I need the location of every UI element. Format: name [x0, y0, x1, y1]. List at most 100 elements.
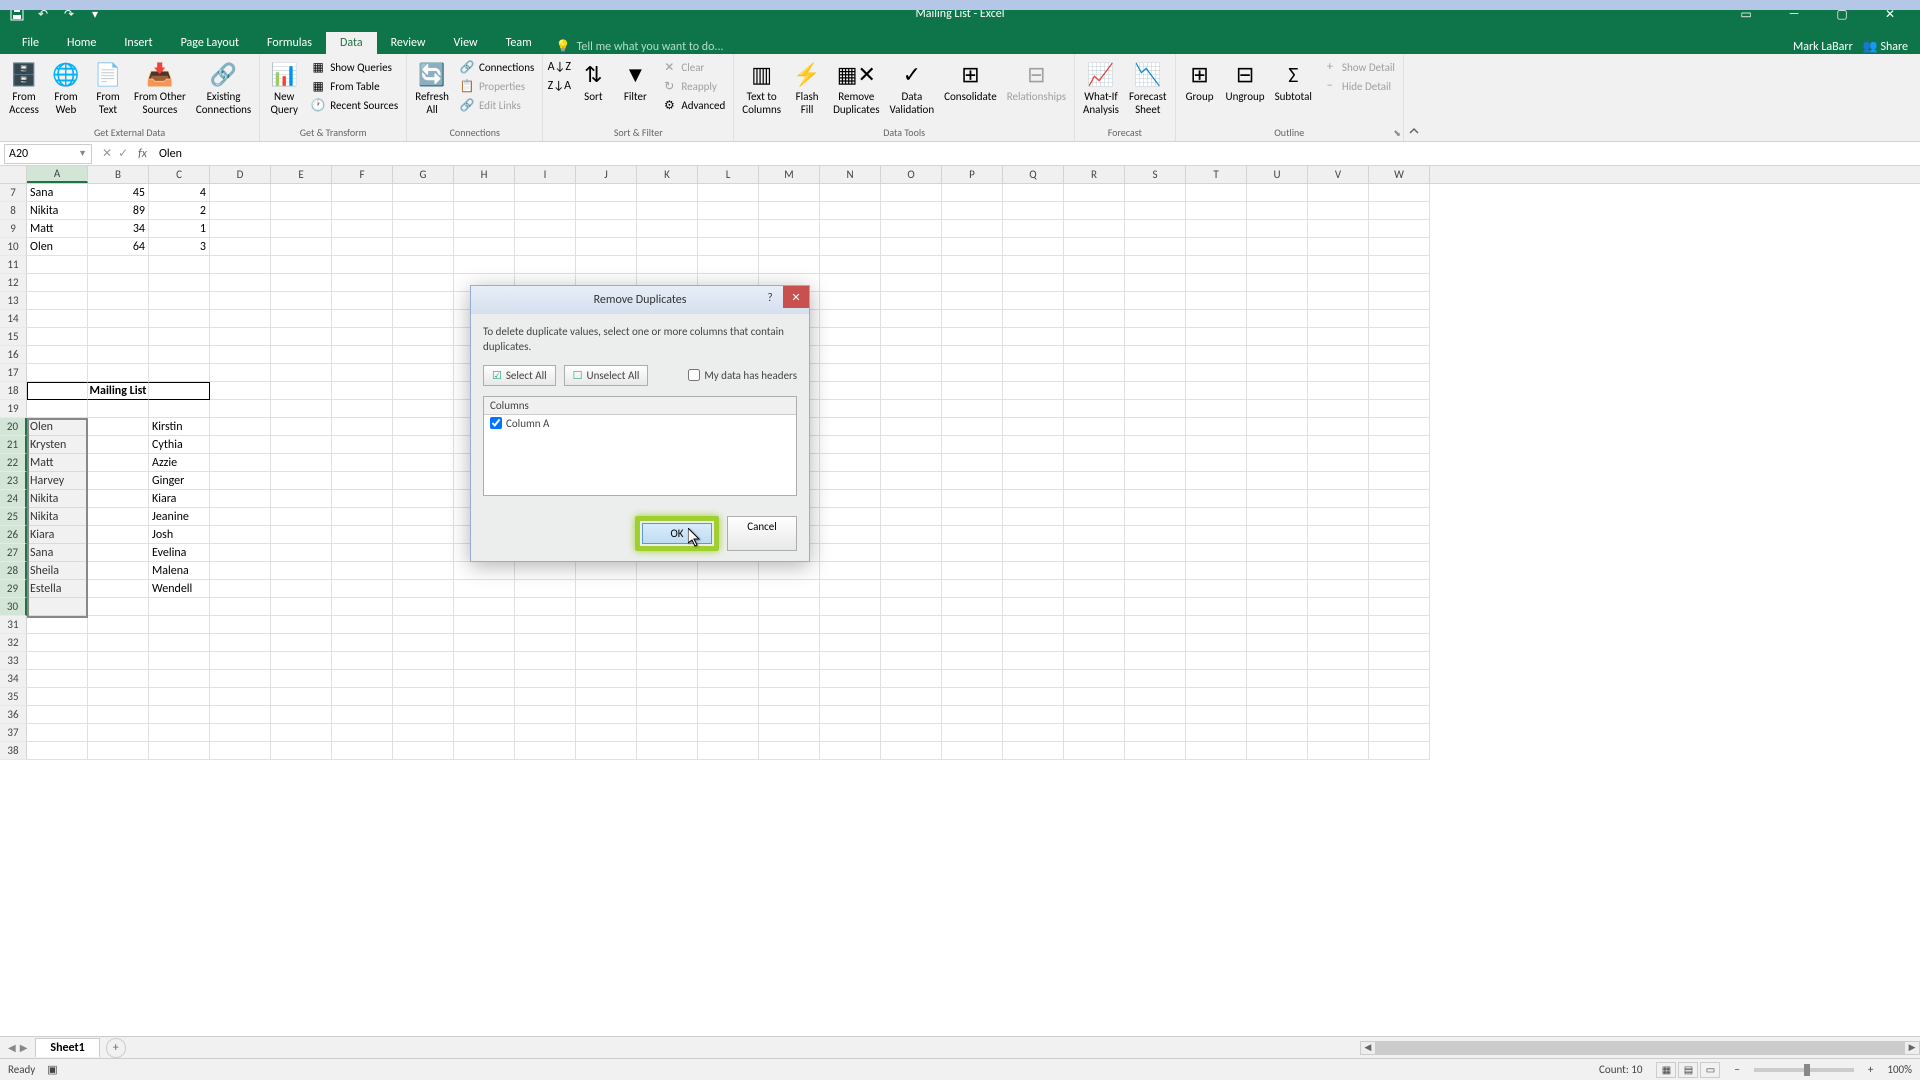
cell[interactable] — [1247, 346, 1308, 364]
zoom-out-icon[interactable]: − — [1734, 1063, 1739, 1076]
cell[interactable] — [942, 670, 1003, 688]
column-header-P[interactable]: P — [942, 166, 1003, 183]
cell[interactable] — [881, 436, 942, 454]
reapply-button[interactable]: ↻Reapply — [657, 77, 729, 95]
cell[interactable] — [454, 562, 515, 580]
cell[interactable] — [759, 634, 820, 652]
cell[interactable] — [27, 274, 88, 292]
cell[interactable] — [942, 544, 1003, 562]
cell[interactable] — [1003, 436, 1064, 454]
cell[interactable] — [1308, 634, 1369, 652]
cell[interactable] — [1125, 580, 1186, 598]
cell[interactable] — [881, 634, 942, 652]
headers-checkbox-input[interactable] — [688, 369, 700, 381]
sort-za-button[interactable]: Z↓A — [547, 77, 571, 95]
cell[interactable] — [454, 724, 515, 742]
name-box-dropdown-icon[interactable]: ▼ — [78, 148, 87, 159]
cell[interactable] — [942, 202, 1003, 220]
cell[interactable] — [1369, 436, 1430, 454]
consolidate-button[interactable]: ⊞Consolidate — [940, 56, 1001, 105]
cell[interactable] — [1003, 328, 1064, 346]
cell[interactable] — [1308, 400, 1369, 418]
cell[interactable] — [393, 364, 454, 382]
cell[interactable]: 1 — [149, 220, 210, 238]
column-header-N[interactable]: N — [820, 166, 881, 183]
cell[interactable] — [1308, 328, 1369, 346]
cell[interactable] — [27, 292, 88, 310]
cell[interactable] — [1308, 238, 1369, 256]
cell[interactable] — [1064, 238, 1125, 256]
cell[interactable] — [1247, 544, 1308, 562]
cell[interactable] — [1369, 742, 1430, 760]
cell[interactable] — [515, 562, 576, 580]
row-header[interactable]: 9 — [0, 220, 27, 238]
tell-me-search[interactable]: 💡 Tell me what you want to do... — [556, 39, 724, 54]
cell[interactable]: Krysten — [27, 436, 88, 454]
cell[interactable]: Sheila — [27, 562, 88, 580]
cell[interactable] — [1125, 310, 1186, 328]
cell[interactable] — [88, 328, 149, 346]
cell[interactable] — [393, 220, 454, 238]
cell[interactable] — [942, 346, 1003, 364]
cell[interactable] — [332, 544, 393, 562]
dialog-help-icon[interactable]: ? — [757, 286, 783, 308]
cell[interactable] — [1186, 238, 1247, 256]
cell[interactable] — [637, 724, 698, 742]
cell[interactable] — [637, 202, 698, 220]
cell[interactable] — [515, 616, 576, 634]
cell[interactable] — [576, 184, 637, 202]
cell[interactable] — [271, 616, 332, 634]
cell[interactable] — [149, 742, 210, 760]
row-header[interactable]: 18 — [0, 382, 27, 400]
cell[interactable] — [1125, 490, 1186, 508]
cell[interactable] — [1369, 598, 1430, 616]
cell[interactable] — [1308, 418, 1369, 436]
row-header[interactable]: 12 — [0, 274, 27, 292]
cell[interactable] — [393, 544, 454, 562]
cell[interactable] — [942, 598, 1003, 616]
cell[interactable] — [820, 526, 881, 544]
cell[interactable] — [88, 634, 149, 652]
cell[interactable] — [942, 274, 1003, 292]
cell[interactable] — [515, 742, 576, 760]
cell[interactable] — [393, 418, 454, 436]
cell[interactable] — [27, 616, 88, 634]
cell[interactable] — [1369, 328, 1430, 346]
cell[interactable] — [149, 706, 210, 724]
cell[interactable]: Ginger — [149, 472, 210, 490]
column-header-I[interactable]: I — [515, 166, 576, 183]
cell[interactable] — [881, 328, 942, 346]
cell[interactable] — [637, 220, 698, 238]
cell[interactable] — [1125, 418, 1186, 436]
cell[interactable] — [576, 652, 637, 670]
from-other-button[interactable]: 📥From Other Sources — [130, 56, 190, 118]
cell[interactable] — [332, 256, 393, 274]
cell[interactable] — [210, 688, 271, 706]
cell[interactable] — [1247, 238, 1308, 256]
cell[interactable] — [515, 670, 576, 688]
subtotal-button[interactable]: ΣSubtotal — [1271, 56, 1316, 105]
cell[interactable] — [1125, 436, 1186, 454]
from-table-button[interactable]: ▦From Table — [306, 77, 402, 95]
cell[interactable] — [1369, 688, 1430, 706]
cell[interactable] — [1247, 706, 1308, 724]
cell[interactable] — [1308, 580, 1369, 598]
row-header[interactable]: 25 — [0, 508, 27, 526]
cell[interactable] — [1247, 490, 1308, 508]
cell[interactable] — [332, 706, 393, 724]
cell[interactable] — [1186, 670, 1247, 688]
cell[interactable] — [393, 526, 454, 544]
cell[interactable] — [698, 202, 759, 220]
cell[interactable] — [1064, 328, 1125, 346]
cell[interactable] — [881, 346, 942, 364]
sheet-nav-next-icon[interactable]: ▶ — [20, 1041, 28, 1054]
cell[interactable] — [1125, 292, 1186, 310]
cell[interactable] — [1369, 256, 1430, 274]
cell[interactable] — [332, 724, 393, 742]
cell[interactable] — [454, 616, 515, 634]
cell[interactable] — [1247, 292, 1308, 310]
cell[interactable] — [88, 346, 149, 364]
column-header-L[interactable]: L — [698, 166, 759, 183]
cell[interactable] — [515, 220, 576, 238]
cell[interactable] — [210, 472, 271, 490]
